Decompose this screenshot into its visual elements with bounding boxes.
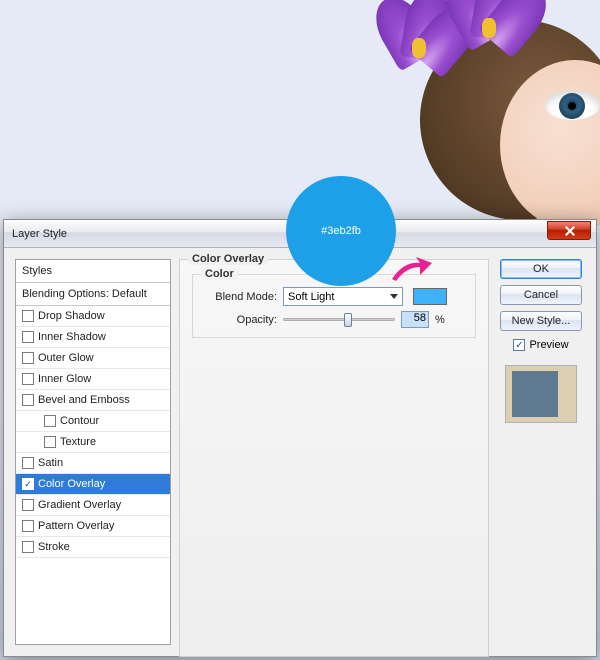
style-item-label: Contour	[60, 415, 99, 427]
checkbox-icon[interactable]	[22, 541, 34, 553]
settings-panel: Color Overlay Color Blend Mode: Soft Lig…	[179, 259, 489, 645]
close-icon	[564, 226, 574, 236]
new-style-button[interactable]: New Style...	[500, 311, 582, 331]
style-item-label: Inner Glow	[38, 373, 91, 385]
annotation-arrow-icon	[390, 255, 434, 285]
blending-options-header[interactable]: Blending Options: Default	[16, 283, 170, 306]
close-button[interactable]	[547, 221, 591, 240]
checkbox-icon[interactable]	[22, 373, 34, 385]
style-item-satin[interactable]: Satin	[16, 453, 170, 474]
checkbox-icon[interactable]	[22, 499, 34, 511]
opacity-unit: %	[435, 314, 445, 326]
color-overlay-group: Color Overlay Color Blend Mode: Soft Lig…	[179, 259, 489, 657]
style-item-inner-glow[interactable]: Inner Glow	[16, 369, 170, 390]
dialog-title: Layer Style	[12, 228, 67, 240]
opacity-slider[interactable]	[283, 318, 395, 321]
style-item-label: Gradient Overlay	[38, 499, 121, 511]
ok-label: OK	[533, 263, 549, 275]
blend-mode-dropdown[interactable]: Soft Light	[283, 287, 403, 306]
styles-header[interactable]: Styles	[16, 260, 170, 283]
style-item-inner-shadow[interactable]: Inner Shadow	[16, 327, 170, 348]
color-swatch[interactable]	[413, 288, 447, 305]
style-item-label: Color Overlay	[38, 478, 105, 490]
artwork-portrait	[360, 0, 600, 240]
annotation-color-text: #3eb2fb	[321, 225, 361, 237]
subgroup-title: Color	[201, 268, 238, 280]
style-item-contour[interactable]: Contour	[16, 411, 170, 432]
action-panel: OK Cancel New Style... Preview	[497, 259, 585, 645]
style-item-pattern-overlay[interactable]: Pattern Overlay	[16, 516, 170, 537]
annotation-color-bubble: #3eb2fb	[286, 176, 396, 286]
style-item-stroke[interactable]: Stroke	[16, 537, 170, 558]
style-item-label: Pattern Overlay	[38, 520, 114, 532]
style-item-outer-glow[interactable]: Outer Glow	[16, 348, 170, 369]
preview-label: Preview	[529, 339, 568, 351]
chevron-down-icon	[390, 294, 398, 299]
styles-list: Styles Blending Options: Default Drop Sh…	[15, 259, 171, 645]
checkbox-icon[interactable]	[44, 436, 56, 448]
checkbox-icon[interactable]	[22, 352, 34, 364]
blend-mode-label: Blend Mode:	[205, 291, 277, 303]
checkbox-icon[interactable]	[22, 478, 34, 490]
checkbox-icon[interactable]	[22, 310, 34, 322]
preview-toggle[interactable]: Preview	[513, 339, 568, 351]
checkbox-icon[interactable]	[22, 394, 34, 406]
ok-button[interactable]: OK	[500, 259, 582, 279]
style-item-label: Stroke	[38, 541, 70, 553]
style-item-color-overlay[interactable]: Color Overlay	[16, 474, 170, 495]
style-item-gradient-overlay[interactable]: Gradient Overlay	[16, 495, 170, 516]
checkbox-icon[interactable]	[22, 331, 34, 343]
style-item-label: Drop Shadow	[38, 310, 105, 322]
style-item-drop-shadow[interactable]: Drop Shadow	[16, 306, 170, 327]
style-item-texture[interactable]: Texture	[16, 432, 170, 453]
new-style-label: New Style...	[512, 315, 571, 327]
checkbox-icon[interactable]	[22, 457, 34, 469]
cancel-label: Cancel	[524, 289, 558, 301]
group-title: Color Overlay	[188, 253, 268, 265]
style-item-label: Bevel and Emboss	[38, 394, 130, 406]
checkbox-icon	[513, 339, 525, 351]
slider-thumb-icon[interactable]	[344, 313, 352, 327]
layer-style-dialog: Layer Style Styles Blending Options: Def…	[3, 219, 597, 657]
cancel-button[interactable]: Cancel	[500, 285, 582, 305]
checkbox-icon[interactable]	[44, 415, 56, 427]
style-item-label: Texture	[60, 436, 96, 448]
blend-mode-value: Soft Light	[288, 291, 334, 303]
style-item-label: Outer Glow	[38, 352, 94, 364]
preview-swatch	[505, 365, 577, 423]
checkbox-icon[interactable]	[22, 520, 34, 532]
opacity-input[interactable]: 58	[401, 311, 429, 328]
style-item-bevel-and-emboss[interactable]: Bevel and Emboss	[16, 390, 170, 411]
opacity-label: Opacity:	[205, 314, 277, 326]
style-item-label: Inner Shadow	[38, 331, 106, 343]
style-item-label: Satin	[38, 457, 63, 469]
